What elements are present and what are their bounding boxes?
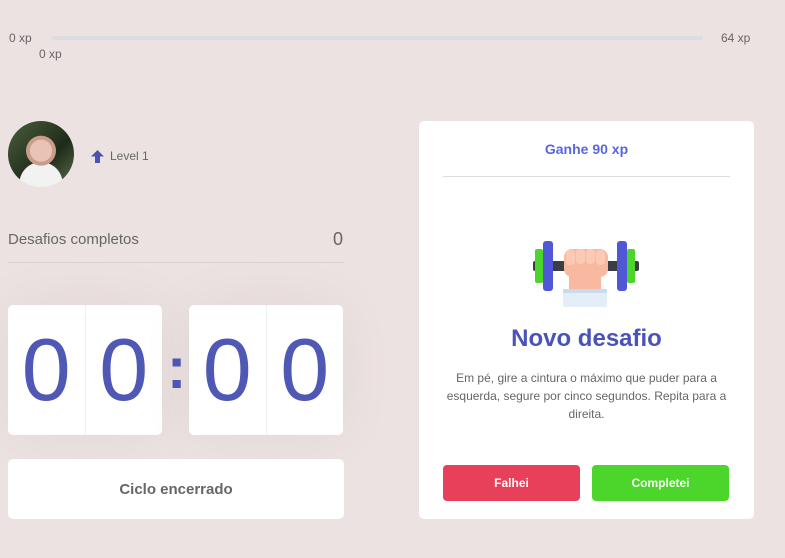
challenge-card-header: Ganhe 90 xp [443, 121, 730, 177]
xp-progress-bar [52, 36, 703, 40]
complete-button[interactable]: Completei [592, 465, 729, 501]
minute-digit-left: 0 [21, 320, 71, 419]
completed-challenges: Desafios completos 0 [8, 229, 344, 263]
xp-current-label: 0 xp [39, 47, 62, 61]
countdown-minutes: 0 0 [8, 305, 162, 435]
countdown-timer: 0 0 : 0 0 [8, 305, 344, 435]
minute-digit-right: 0 [84, 305, 163, 435]
level-up-arrow-icon [91, 149, 104, 163]
challenge-description: Em pé, gire a cintura o máximo que puder… [446, 371, 727, 421]
completed-challenges-label: Desafios completos [8, 231, 139, 248]
xp-min-label: 0 xp [9, 31, 32, 45]
countdown-seconds: 0 0 [189, 305, 343, 435]
second-digit-left: 0 [202, 320, 252, 419]
level-indicator: Level 1 [91, 149, 149, 163]
cycle-ended-button[interactable]: Ciclo encerrado [8, 459, 344, 519]
challenge-title: Novo desafio [511, 325, 662, 352]
dumbbell-icon [533, 241, 639, 307]
fail-button[interactable]: Falhei [443, 465, 580, 501]
avatar [8, 121, 74, 187]
completed-challenges-count: 0 [332, 229, 343, 249]
countdown-separator: : [167, 336, 187, 401]
challenge-reward: Ganhe 90 xp [544, 140, 629, 157]
level-label: Level 1 [110, 149, 149, 163]
xp-max-label: 64 xp [721, 31, 751, 45]
second-digit-right: 0 [265, 305, 344, 435]
challenge-card: Ganhe 90 xp Novo desafio Em pé, gire a c… [419, 121, 754, 519]
